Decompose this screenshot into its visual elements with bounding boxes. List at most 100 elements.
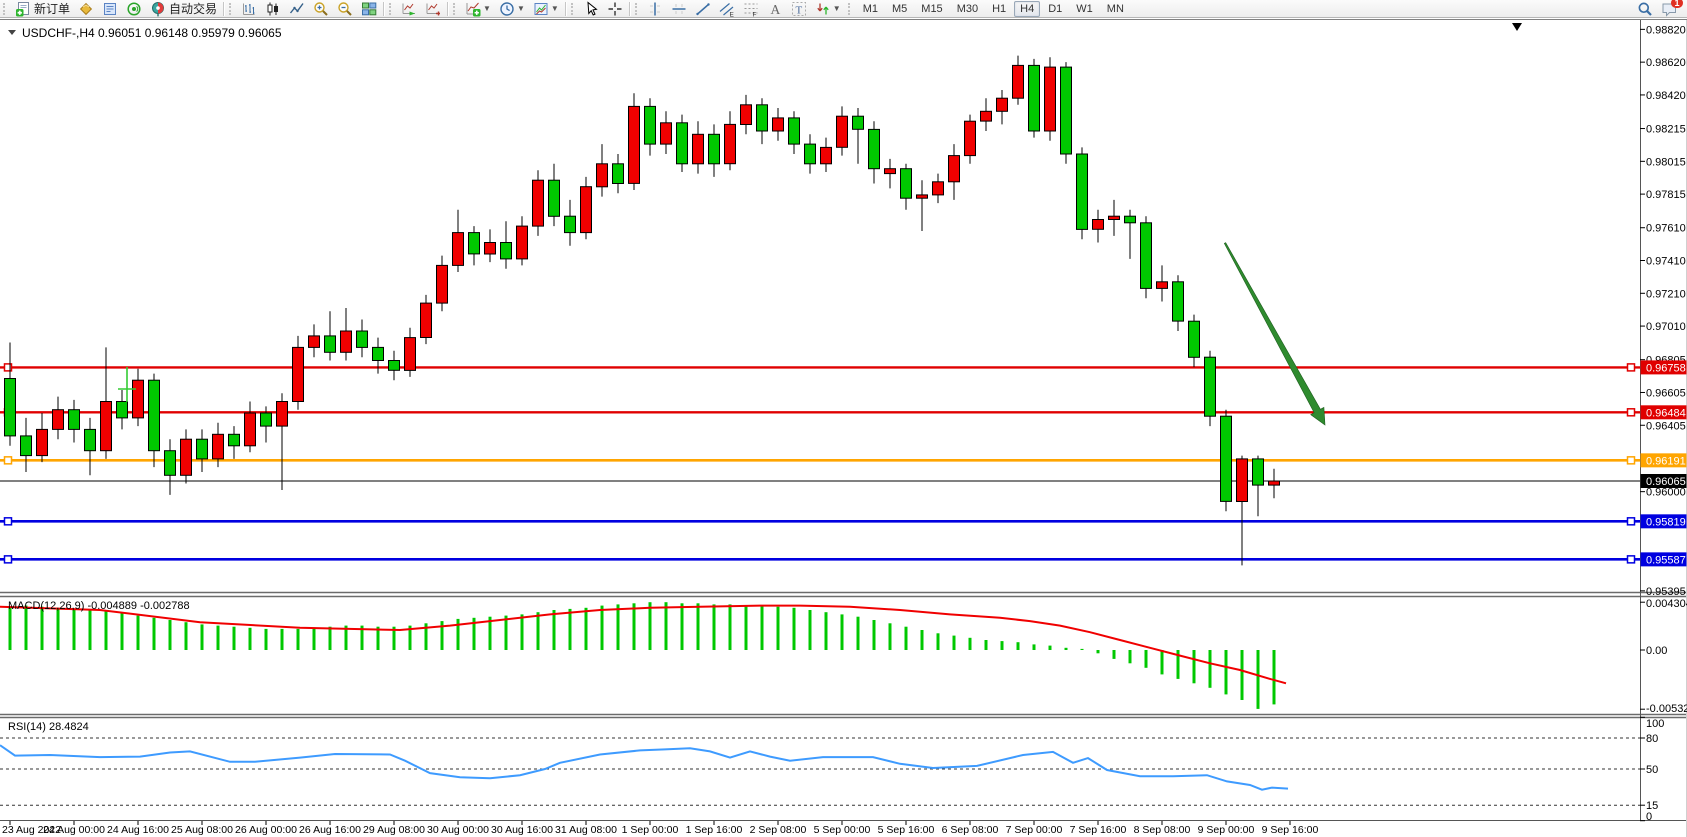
macd-bar	[1001, 641, 1004, 650]
bar-chart-button[interactable]	[238, 0, 260, 18]
macd-bar	[169, 620, 172, 650]
zoom-out-button[interactable]	[334, 0, 356, 18]
equidistant-channel-tool-button[interactable]: E	[716, 0, 738, 18]
auto-trading-button-label: 自动交易	[169, 0, 217, 17]
market-watch-button[interactable]	[75, 0, 97, 18]
candle	[133, 380, 144, 418]
vertical-line-tool-button[interactable]	[644, 0, 666, 18]
search-button[interactable]	[1634, 0, 1656, 18]
down-arrow-annotation[interactable]	[1224, 243, 1325, 425]
svg-text:0.98215: 0.98215	[1646, 124, 1686, 136]
timeframe-h1-button[interactable]: H1	[986, 1, 1012, 17]
line-handle[interactable]	[1628, 518, 1635, 525]
trendline-tool-button[interactable]	[692, 0, 714, 18]
candle	[933, 182, 944, 195]
svg-text:F: F	[752, 11, 756, 17]
candle	[165, 451, 176, 476]
svg-text:26 Aug 00:00: 26 Aug 00:00	[235, 824, 297, 836]
timeframe-w1-button[interactable]: W1	[1070, 1, 1099, 17]
chart-shift-marker[interactable]	[1512, 23, 1522, 31]
line-handle[interactable]	[1628, 364, 1635, 371]
fibonacci-tool-button[interactable]: F	[740, 0, 762, 18]
templates-button[interactable]: ▼	[530, 0, 562, 18]
price-axis[interactable]: 0.988200.986200.984200.982150.980150.978…	[1640, 24, 1686, 597]
profiles-button[interactable]	[99, 0, 121, 18]
crosshair-tool-button[interactable]	[604, 0, 626, 18]
macd-bar	[217, 626, 220, 650]
candle	[245, 413, 256, 446]
candle	[1077, 154, 1088, 229]
candle	[853, 116, 864, 129]
new-order-button[interactable]: 新订单	[12, 0, 73, 18]
zoom-in-button[interactable]	[310, 0, 332, 18]
macd-bar	[89, 610, 92, 650]
chart-header[interactable]: USDCHF-,H4 0.96051 0.96148 0.95979 0.960…	[8, 26, 282, 40]
candle	[1221, 416, 1232, 501]
arrows-tool-button[interactable]: ▼	[812, 0, 844, 18]
gold-diamond-icon	[78, 1, 94, 17]
line-handle[interactable]	[5, 457, 12, 464]
timeframe-m1-button[interactable]: M1	[857, 1, 884, 17]
candle	[1205, 357, 1216, 416]
community-chat-button[interactable]: 1	[1658, 0, 1680, 18]
timeframe-m15-button[interactable]: M15	[915, 1, 948, 17]
candle	[1173, 282, 1184, 321]
macd-bar	[1273, 650, 1276, 704]
rsi-panel[interactable]: 1008050150RSI(14) 28.4824	[0, 717, 1664, 823]
macd-bar	[905, 627, 908, 650]
chart-shift-button[interactable]	[422, 0, 444, 18]
macd-bar	[201, 624, 204, 650]
svg-text:0.98420: 0.98420	[1646, 90, 1686, 102]
indicators-button[interactable]: ▼	[462, 0, 494, 18]
macd-bar	[249, 628, 252, 650]
auto-scroll-button[interactable]	[398, 0, 420, 18]
chart-area[interactable]: 0.988200.986200.984200.982150.980150.978…	[0, 0, 1687, 837]
line-handle[interactable]	[1628, 409, 1635, 416]
line-handle[interactable]	[5, 556, 12, 563]
candle	[389, 361, 400, 371]
macd-bar	[777, 607, 780, 650]
macd-bar	[25, 606, 28, 650]
svg-text:100: 100	[1646, 718, 1664, 730]
macd-panel[interactable]: 0.0043040.00-0.005326MACD(12,26,9) -0.00…	[0, 598, 1687, 715]
cursor-tool-button[interactable]	[580, 0, 602, 18]
line-handle[interactable]	[5, 518, 12, 525]
toolbar-grip	[389, 3, 395, 15]
periods-button[interactable]: ▼	[496, 0, 528, 18]
time-axis[interactable]: 23 Aug 202224 Aug 00:0024 Aug 16:0025 Au…	[2, 821, 1318, 836]
signals-button[interactable]	[123, 0, 145, 18]
text-tool-button[interactable]: A	[764, 0, 786, 18]
svg-text:MACD(12,26,9) -0.004889 -0.002: MACD(12,26,9) -0.004889 -0.002788	[8, 600, 190, 612]
candle	[517, 226, 528, 259]
timeframe-d1-button[interactable]: D1	[1042, 1, 1068, 17]
candle	[1125, 216, 1136, 223]
auto-trading-button[interactable]: 自动交易	[147, 0, 220, 18]
timeframe-m30-button[interactable]: M30	[951, 1, 984, 17]
line-handle[interactable]	[1628, 556, 1635, 563]
candle	[1061, 67, 1072, 154]
timeframe-mn-button[interactable]: MN	[1101, 1, 1130, 17]
svg-text:6 Sep 08:00: 6 Sep 08:00	[942, 824, 999, 836]
macd-signal-line	[0, 606, 1286, 684]
macd-bar	[281, 629, 284, 650]
text-label-tool-button[interactable]: T	[788, 0, 810, 18]
svg-text:29 Aug 08:00: 29 Aug 08:00	[363, 824, 425, 836]
svg-text:0.97610: 0.97610	[1646, 223, 1686, 235]
line-handle[interactable]	[1628, 457, 1635, 464]
tile-windows-button[interactable]	[358, 0, 380, 18]
svg-text:0.96605: 0.96605	[1646, 387, 1686, 399]
candle	[453, 233, 464, 266]
candle	[405, 338, 416, 371]
macd-bar	[153, 618, 156, 650]
macd-bar	[297, 629, 300, 650]
candlestick-chart-button[interactable]	[262, 0, 284, 18]
svg-text:0.96484: 0.96484	[1646, 407, 1686, 419]
candle	[661, 123, 672, 144]
horizontal-line-tool-button[interactable]	[668, 0, 690, 18]
macd-bar	[681, 603, 684, 650]
line-chart-button[interactable]	[286, 0, 308, 18]
timeframe-h4-button[interactable]: H4	[1014, 1, 1040, 17]
timeframe-m5-button[interactable]: M5	[886, 1, 913, 17]
chevron-down-icon: ▼	[517, 4, 525, 13]
svg-text:7 Sep 00:00: 7 Sep 00:00	[1006, 824, 1063, 836]
